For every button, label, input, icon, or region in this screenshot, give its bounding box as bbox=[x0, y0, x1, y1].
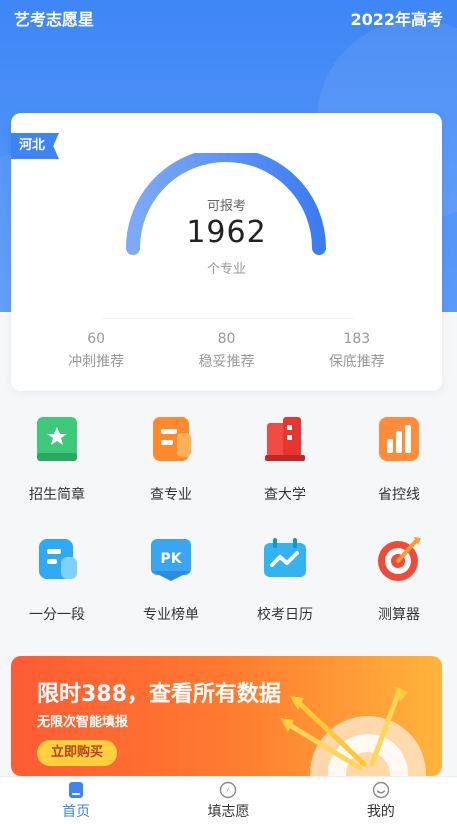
feature-score-rank[interactable]: 一分一段 bbox=[0, 530, 114, 624]
gauge-unit: 个专业 bbox=[206, 262, 246, 277]
promo-banner[interactable]: 限时388，查看所有数据 无限次智能填报 立即购买 bbox=[11, 656, 442, 776]
stat-value: 60 bbox=[87, 331, 106, 347]
stat-safe[interactable]: 80 稳妥推荐 bbox=[166, 331, 286, 371]
pk-icon: PK bbox=[144, 530, 198, 588]
list-icon bbox=[30, 530, 84, 588]
feature-calculator[interactable]: 测算器 bbox=[342, 530, 456, 624]
smile-icon bbox=[372, 781, 390, 798]
building-icon bbox=[258, 410, 312, 468]
feature-label: 校考日历 bbox=[257, 607, 313, 623]
calendar-icon bbox=[258, 530, 312, 588]
tab-fill-application[interactable]: 填志愿 bbox=[178, 781, 278, 821]
stat-value: 183 bbox=[343, 331, 371, 347]
tab-mine[interactable]: 我的 bbox=[331, 781, 431, 821]
buy-now-button[interactable]: 立即购买 bbox=[37, 740, 118, 766]
target-arrows-icon bbox=[280, 686, 426, 776]
target-icon bbox=[372, 530, 426, 588]
book-icon bbox=[30, 410, 84, 468]
banner-title: 限时388，查看所有数据 bbox=[37, 682, 281, 707]
feature-label: 省控线 bbox=[378, 487, 420, 503]
tab-label: 我的 bbox=[366, 803, 395, 820]
stat-label: 冲刺推荐 bbox=[68, 354, 125, 370]
svg-text:PK: PK bbox=[160, 551, 182, 567]
bar-chart-icon bbox=[372, 410, 426, 468]
home-icon bbox=[69, 781, 84, 798]
feature-label: 招生简章 bbox=[29, 487, 85, 503]
app-name: 艺考志愿星 bbox=[14, 10, 95, 29]
feature-label: 查大学 bbox=[264, 487, 306, 503]
document-icon bbox=[144, 410, 198, 468]
stat-fallback[interactable]: 183 保底推荐 bbox=[297, 331, 417, 371]
feature-major-search[interactable]: 查专业 bbox=[114, 410, 228, 504]
feature-major-ranking[interactable]: PK 专业榜单 bbox=[114, 530, 228, 624]
stat-label: 稳妥推荐 bbox=[198, 354, 255, 370]
province-tag[interactable]: 河北 bbox=[11, 133, 60, 159]
feature-label: 专业榜单 bbox=[143, 607, 199, 623]
feature-label: 一分一段 bbox=[29, 607, 85, 623]
feature-label: 测算器 bbox=[378, 607, 420, 623]
tab-label: 填志愿 bbox=[207, 803, 250, 820]
bottom-tabbar: 首页 填志愿 我的 bbox=[0, 776, 457, 824]
summary-card[interactable]: 河北 可报考 1962 个专业 60 冲刺推荐 80 稳妥推荐 183 保底推荐 bbox=[11, 113, 442, 391]
banner-subtitle: 无限次智能填报 bbox=[37, 715, 129, 730]
gauge-value: 1962 bbox=[186, 215, 267, 250]
stat-label: 保底推荐 bbox=[328, 354, 385, 370]
feature-admission-guide[interactable]: 招生简章 bbox=[0, 410, 114, 504]
compass-icon bbox=[220, 781, 237, 798]
stat-sprint[interactable]: 60 冲刺推荐 bbox=[36, 331, 156, 371]
gauge-label: 可报考 bbox=[206, 199, 246, 214]
top-bar: 艺考志愿星 2022年高考 bbox=[0, 0, 457, 36]
year-label: 2022年高考 bbox=[350, 10, 443, 29]
feature-exam-calendar[interactable]: 校考日历 bbox=[228, 530, 342, 624]
feature-label: 查专业 bbox=[150, 487, 192, 503]
stat-value: 80 bbox=[217, 331, 236, 347]
feature-university-search[interactable]: 查大学 bbox=[228, 410, 342, 504]
recommend-stats: 60 冲刺推荐 80 稳妥推荐 183 保底推荐 bbox=[11, 331, 442, 371]
feature-provincial-line[interactable]: 省控线 bbox=[342, 410, 456, 504]
tab-label: 首页 bbox=[62, 803, 91, 820]
divider bbox=[103, 318, 353, 319]
tab-home[interactable]: 首页 bbox=[26, 781, 126, 821]
feature-grid: 招生简章 查专业 查大学 省控线 一分一段 PK 专业榜单 校考日历 测算器 bbox=[0, 410, 457, 624]
